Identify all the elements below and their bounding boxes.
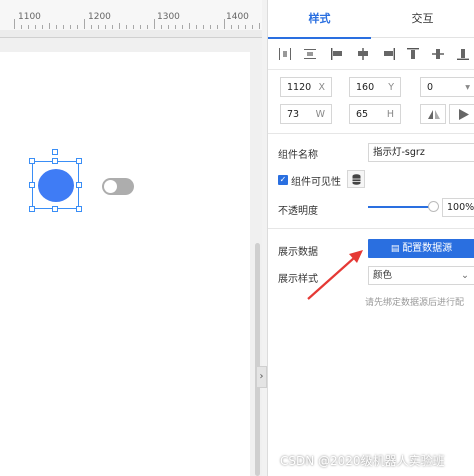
app-root: 1100 1200 1300 1400 › 样式 交互 1120 X 160 Y…	[0, 0, 474, 476]
annotation-arrow	[307, 250, 363, 300]
watermark: CSDN @2020级机器人实验班	[280, 454, 445, 468]
